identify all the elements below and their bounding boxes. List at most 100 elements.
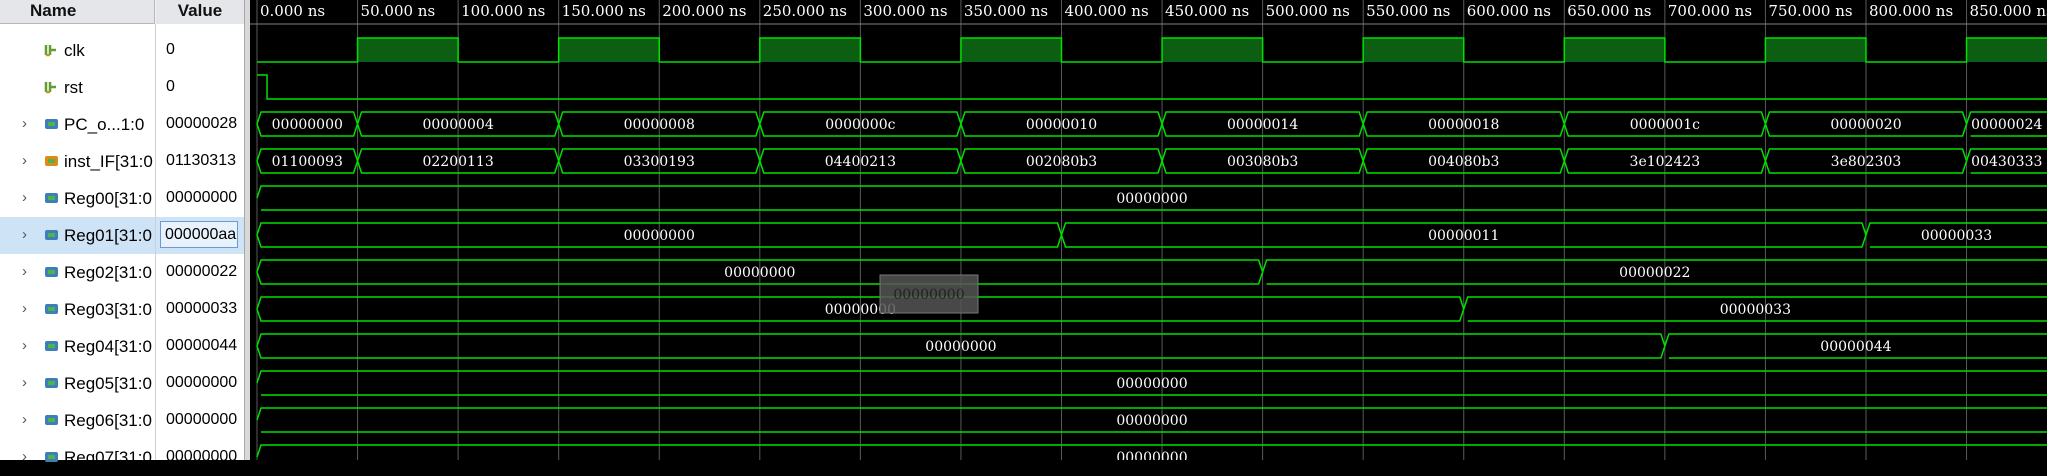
bus-segment-value: 04400213 — [825, 154, 896, 170]
value-row-reg02-31-0: 00000022 — [156, 254, 244, 291]
bus-segment-value: 0000001c — [1630, 117, 1700, 133]
value-row-reg03-31-0: 00000033 — [156, 291, 244, 328]
signal-row-pc-o-1-0[interactable]: › PC_o...1:0 — [0, 106, 155, 143]
bus-signal-icon — [44, 191, 59, 205]
signal-name: Reg00[31:0 — [64, 189, 152, 208]
signal-name: Reg06[31:0 — [64, 411, 152, 430]
value-row-pc-o-1-0: 00000028 — [156, 106, 244, 143]
signal-name: Reg05[31:0 — [64, 374, 152, 393]
time-tick-label: 150.000 ns — [562, 2, 646, 20]
tooltip-text: 00000000 — [893, 287, 964, 303]
time-tick-label: 800.000 ns — [1869, 2, 1953, 20]
bus-segment-value: 00000000 — [272, 117, 343, 133]
value-row-clk: 0 — [156, 32, 244, 69]
expand-chevron-icon[interactable]: › — [22, 226, 27, 243]
bus-segment-value: 00000033 — [1921, 228, 1992, 244]
name-column-header[interactable]: Name — [0, 0, 155, 24]
expand-chevron-icon[interactable]: › — [22, 263, 27, 280]
clk-high-fill — [759, 38, 861, 62]
signal-row-reg05-31-0[interactable]: › Reg05[31:0 — [0, 365, 155, 402]
bus-segment-value: 00000000 — [925, 339, 996, 355]
value-row-reg07-31-0: 00000000 — [156, 439, 244, 476]
bus-segment-value: 00000022 — [1619, 265, 1690, 281]
signal-value-column: 0 0 00000028 01130313 00000000 000000aa 000000… — [156, 24, 244, 465]
signal-value: 00000044 — [166, 337, 238, 354]
signal-row-clk[interactable]: clk — [0, 32, 155, 69]
signal-row-reg03-31-0[interactable]: › Reg03[31:0 — [0, 291, 155, 328]
time-tick-label: 750.000 ns — [1768, 2, 1852, 20]
signal-name: Reg07[31:0 — [64, 448, 152, 467]
value-row-inst-if-31-0: 01130313 — [156, 143, 244, 180]
bus-segment-value: 00000000 — [1116, 413, 1187, 429]
bus-segment-value: 3e102423 — [1630, 154, 1701, 170]
bus-signal-icon — [44, 450, 59, 464]
expand-chevron-icon[interactable]: › — [22, 448, 27, 465]
time-tick-label: 350.000 ns — [964, 2, 1048, 20]
signal-value[interactable]: 000000aa — [160, 221, 238, 248]
signal-name-column: clk rst › PC_o...1:0 › inst_IF[31:0 › Reg00[31:… — [0, 24, 156, 467]
clk-high-fill — [1363, 38, 1464, 62]
value-row-reg00-31-0: 00000000 — [156, 180, 244, 217]
bus-segment-value: 02200113 — [422, 154, 493, 170]
signal-row-reg01-31-0[interactable]: › Reg01[31:0 — [0, 217, 155, 254]
signal-value: 00000000 — [166, 189, 238, 206]
bus-segment-value: 01100093 — [272, 154, 343, 170]
value-column-header[interactable]: Value — [156, 0, 244, 25]
clk-high-fill — [558, 38, 660, 62]
time-tick-label: 250.000 ns — [763, 2, 847, 20]
signal-row-inst-if-31-0[interactable]: › inst_IF[31:0 — [0, 143, 155, 180]
bus-segment-value: 00000018 — [1428, 117, 1499, 133]
signal-value: 00000033 — [166, 300, 238, 317]
signal-name: clk — [64, 41, 85, 60]
bus-segment-value: 00000000 — [624, 228, 695, 244]
expand-chevron-icon[interactable]: › — [22, 189, 27, 206]
value-row-reg06-31-0: 00000000 — [156, 402, 244, 439]
value-row-reg01-31-0: 000000aa — [156, 217, 244, 254]
time-tick-label: 0.000 ns — [260, 2, 325, 20]
bus-signal-icon — [44, 302, 59, 316]
signal-row-reg06-31-0[interactable]: › Reg06[31:0 — [0, 402, 155, 439]
expand-chevron-icon[interactable]: › — [22, 115, 27, 132]
value-row-rst: 0 — [156, 69, 244, 106]
signal-row-reg02-31-0[interactable]: › Reg02[31:0 — [0, 254, 155, 291]
expand-chevron-icon[interactable]: › — [22, 152, 27, 169]
bus-segment-value: 00000024 — [1971, 117, 2042, 133]
bus-signal-icon — [44, 117, 59, 131]
bus-segment-value: 004080b3 — [1428, 154, 1499, 170]
bus-segment-value: 00000000 — [724, 265, 795, 281]
value-row-reg05-31-0: 00000000 — [156, 365, 244, 402]
expand-chevron-icon[interactable]: › — [22, 337, 27, 354]
time-tick-label: 50.000 ns — [361, 2, 436, 20]
time-tick-label: 500.000 ns — [1266, 2, 1350, 20]
bus-segment-value: 00000000 — [1116, 376, 1187, 392]
signal-row-reg04-31-0[interactable]: › Reg04[31:0 — [0, 328, 155, 365]
bus-signal-icon — [44, 265, 59, 279]
signal-value: 0 — [166, 78, 175, 95]
bus-segment-value: 00000004 — [422, 117, 493, 133]
signal-name: PC_o...1:0 — [64, 115, 145, 134]
bus-signal-icon — [44, 154, 59, 168]
clk-high-fill — [1162, 38, 1263, 62]
signal-row-reg00-31-0[interactable]: › Reg00[31:0 — [0, 180, 155, 217]
expand-chevron-icon[interactable]: › — [22, 300, 27, 317]
time-tick-label: 200.000 ns — [662, 2, 746, 20]
waveform-canvas[interactable]: 0.000 ns 50.000 ns 100.000 ns 150.000 ns 200… — [250, 0, 2047, 460]
time-tick-label: 650.000 ns — [1567, 2, 1651, 20]
signal-row-reg07-31-0[interactable]: › Reg07[31:0 — [0, 439, 155, 476]
clk-high-fill — [960, 38, 1062, 62]
signal-row-rst[interactable]: rst — [0, 69, 155, 106]
time-tick-label: 700.000 ns — [1668, 2, 1752, 20]
time-tick-label: 100.000 ns — [461, 2, 545, 20]
bus-segment-value: 00000000 — [1116, 191, 1187, 207]
signal-name: Reg01[31:0 — [64, 226, 152, 245]
hover-tooltip: 00000000 — [879, 274, 979, 314]
time-tick-label: 400.000 ns — [1064, 2, 1148, 20]
signal-value: 00000022 — [166, 263, 238, 280]
bit-signal-icon — [44, 80, 59, 94]
bus-signal-icon — [44, 376, 59, 390]
bus-segment-value: 03300193 — [624, 154, 695, 170]
time-tick-label: 550.000 ns — [1366, 2, 1450, 20]
expand-chevron-icon[interactable]: › — [22, 374, 27, 391]
expand-chevron-icon[interactable]: › — [22, 411, 27, 428]
bus-segment-value: 00000033 — [1720, 302, 1791, 318]
